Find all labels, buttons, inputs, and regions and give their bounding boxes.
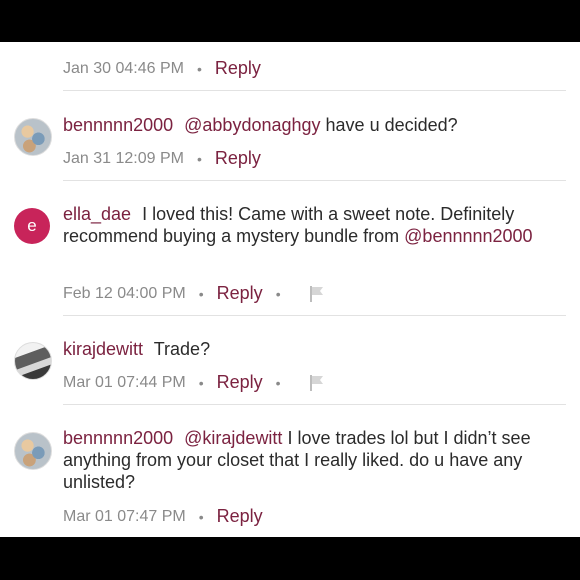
comment-text: kirajdewitt Trade? (63, 338, 563, 360)
comment-body: Trade? (153, 339, 211, 359)
comment-text: ella_dae I loved this! Came with a sweet… (63, 203, 563, 247)
comment-meta: Feb 12 04:00 PM • Reply • (63, 283, 326, 304)
comment-text: bennnnn2000 @abbydonaghgy have u decided… (63, 114, 563, 136)
flag-icon[interactable] (308, 374, 326, 392)
divider (63, 90, 566, 91)
reply-link[interactable]: Reply (217, 283, 263, 304)
separator-dot: • (275, 285, 281, 302)
username-link[interactable]: bennnnn2000 (63, 428, 173, 448)
timestamp: Jan 31 12:09 PM (63, 149, 184, 167)
username-link[interactable]: ella_dae (63, 204, 131, 224)
separator-dot: • (198, 374, 204, 391)
comment-body: have u decided? (320, 115, 458, 135)
comment-meta: Jan 31 12:09 PM • Reply (63, 148, 261, 169)
avatar[interactable] (14, 118, 52, 156)
avatar[interactable] (14, 342, 52, 380)
comments-panel: Jan 30 04:46 PM • Reply bennnnn2000 @abb… (0, 42, 580, 537)
separator-dot: • (275, 374, 281, 391)
username-link[interactable]: bennnnn2000 (63, 115, 173, 135)
flag-icon[interactable] (308, 285, 326, 303)
avatar[interactable]: e (14, 208, 50, 244)
separator-dot: • (198, 285, 204, 302)
comment-meta: Mar 01 07:44 PM • Reply • (63, 372, 326, 393)
timestamp: Feb 12 04:00 PM (63, 284, 186, 302)
divider (63, 404, 566, 405)
reply-link[interactable]: Reply (217, 506, 263, 527)
divider (63, 180, 566, 181)
timestamp: Mar 01 07:44 PM (63, 373, 186, 391)
timestamp: Mar 01 07:47 PM (63, 507, 186, 525)
separator-dot: • (198, 508, 204, 525)
mention-link[interactable]: @kirajdewitt (184, 428, 282, 448)
username-link[interactable]: kirajdewitt (63, 339, 143, 359)
comment-meta: Jan 30 04:46 PM • Reply (63, 58, 261, 79)
comment-meta: Mar 01 07:47 PM • Reply (63, 506, 263, 527)
divider (63, 315, 566, 316)
reply-link[interactable]: Reply (215, 148, 261, 169)
mention-link[interactable]: @abbydonaghgy (184, 115, 320, 135)
mention-link[interactable]: @bennnnn2000 (404, 226, 532, 246)
avatar[interactable] (14, 432, 52, 470)
reply-link[interactable]: Reply (217, 372, 263, 393)
comment-text: bennnnn2000 @kirajdewitt I love trades l… (63, 427, 563, 493)
timestamp: Jan 30 04:46 PM (63, 59, 184, 77)
separator-dot: • (196, 60, 202, 77)
separator-dot: • (196, 150, 202, 167)
reply-link[interactable]: Reply (215, 58, 261, 79)
